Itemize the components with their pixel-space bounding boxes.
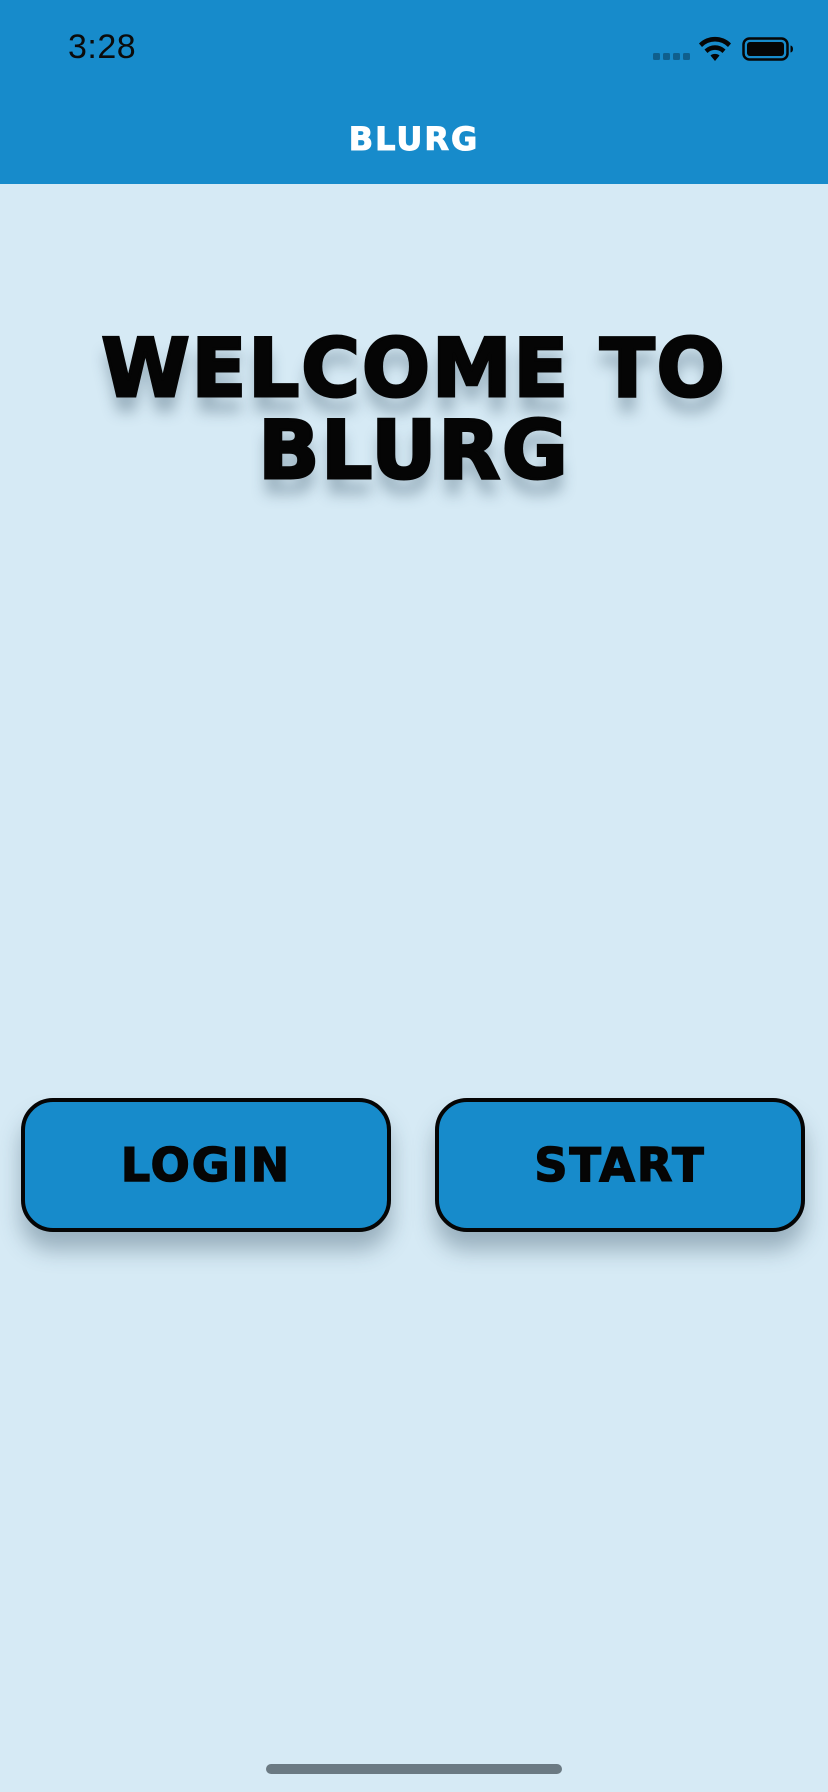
battery-icon bbox=[742, 37, 793, 61]
wifi-icon bbox=[699, 36, 731, 61]
login-button-label: LOGIN bbox=[120, 1137, 292, 1193]
start-button[interactable]: START bbox=[435, 1098, 805, 1232]
welcome-line-1: WELCOME TO bbox=[100, 322, 727, 415]
cellular-signal-icon bbox=[653, 53, 691, 61]
start-button-label: START bbox=[534, 1137, 706, 1193]
status-time: 3:28 bbox=[68, 28, 137, 66]
welcome-heading: WELCOME TO BLURG bbox=[0, 322, 828, 497]
login-button[interactable]: LOGIN bbox=[21, 1098, 391, 1232]
home-indicator[interactable] bbox=[266, 1764, 562, 1774]
welcome-line-2: BLURG bbox=[257, 404, 570, 497]
nav-title: BLURG bbox=[348, 120, 480, 159]
app-header: 3:28 BLURG bbox=[0, 0, 828, 184]
